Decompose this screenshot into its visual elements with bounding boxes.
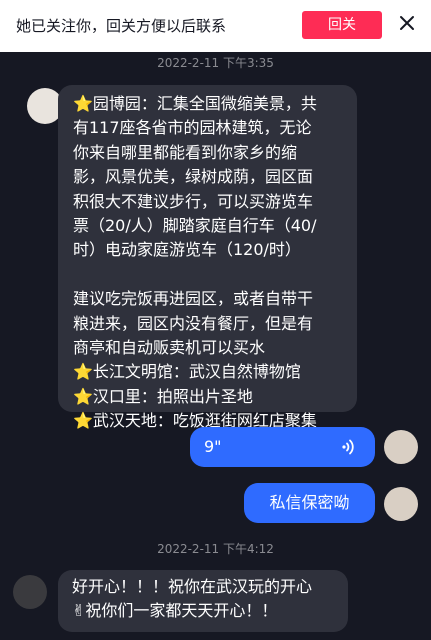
banner-text: 她已关注你，回关方便以后联系 bbox=[16, 17, 227, 35]
message-line: ⭐园博园：汇集全国微缩美景，共 bbox=[73, 94, 317, 113]
message-line: 有117座各省市的园林建筑，无论 bbox=[73, 118, 312, 138]
message-line: ⭐长江文明馆：武汉自然博物馆 bbox=[73, 362, 301, 382]
follow-back-banner: 她已关注你，回关方便以后联系 回关 bbox=[0, 0, 431, 52]
close-icon[interactable] bbox=[398, 14, 416, 32]
message-line: 积很大不建议步行，可以买游览车 bbox=[73, 191, 314, 211]
message-bubble-sent[interactable]: 私信保密呦 bbox=[244, 483, 375, 523]
message-line: 粮进来，园区内没有餐厅，但是有 bbox=[73, 313, 314, 333]
message-bubble-received[interactable]: 好开心！！！祝你在武汉玩的开心 ✌祝你们一家都天天开心！！ bbox=[58, 570, 348, 632]
contact-avatar[interactable] bbox=[13, 575, 47, 609]
message-text: ⭐园博园：汇集全国微缩美景，共 有117座各省市的园林建筑，无论 你来自哪里都能… bbox=[73, 92, 357, 434]
follow-back-button[interactable]: 回关 bbox=[302, 11, 382, 39]
voice-wave-icon bbox=[342, 439, 354, 455]
message-timestamp: 2022-2-11 下午4:12 bbox=[157, 542, 274, 556]
message-text: 好开心！！！祝你在武汉玩的开心 ✌祝你们一家都天天开心！！ bbox=[72, 575, 348, 624]
message-line: 你来自哪里都能看到你家乡的缩 bbox=[73, 142, 298, 162]
message-timestamp: 2022-2-11 下午3:35 bbox=[157, 56, 274, 70]
message-line-blank bbox=[73, 263, 357, 287]
voice-duration: 9" bbox=[204, 437, 222, 456]
message-line: ✌祝你们一家都天天开心！！ bbox=[72, 601, 278, 621]
my-avatar[interactable] bbox=[384, 430, 418, 464]
message-line: ⭐汉口里：拍照出片圣地 bbox=[73, 386, 253, 406]
message-text: 私信保密呦 bbox=[269, 493, 350, 512]
message-line: 时）电动家庭游览车（120/时） bbox=[73, 240, 301, 260]
my-avatar[interactable] bbox=[384, 487, 418, 521]
message-line: 商亭和自动贩卖机可以买水 bbox=[73, 338, 266, 358]
message-line: 票（20/人）脚踏家庭自行车（40/ bbox=[73, 216, 317, 236]
message-line: 好开心！！！祝你在武汉玩的开心 bbox=[72, 577, 313, 596]
message-line: 影，风景优美，绿树成荫，园区面 bbox=[73, 167, 314, 187]
voice-message-bubble[interactable]: 9" bbox=[190, 427, 375, 467]
message-line: 建议吃完饭再进园区，或者自带干 bbox=[73, 289, 314, 309]
message-bubble-received[interactable]: ⭐园博园：汇集全国微缩美景，共 有117座各省市的园林建筑，无论 你来自哪里都能… bbox=[58, 85, 357, 430]
